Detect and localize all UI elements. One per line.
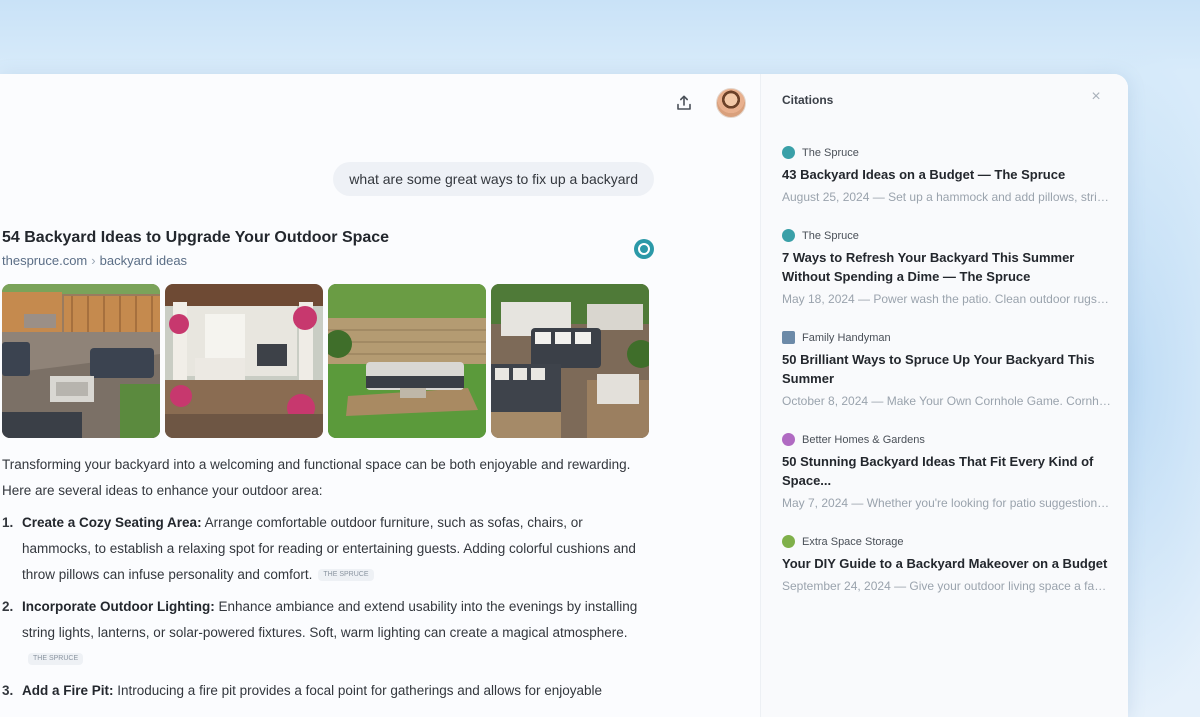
citation-item[interactable]: Better Homes & Gardens 50 Stunning Backy… — [782, 433, 1112, 513]
citation-source-name: Better Homes & Gardens — [802, 433, 925, 446]
citation-title[interactable]: 50 Brilliant Ways to Spruce Up Your Back… — [782, 350, 1112, 388]
extra-space-favicon-icon — [782, 535, 795, 548]
spruce-favicon-icon — [782, 146, 795, 159]
citation-chip[interactable]: the spruce — [28, 653, 84, 666]
list-item: 1. Create a Cozy Seating Area: Arrange c… — [2, 510, 642, 588]
user-message: what are some great ways to fix up a bac… — [333, 162, 654, 196]
bhg-favicon-icon — [782, 433, 795, 446]
top-toolbar — [670, 88, 746, 118]
result-images — [2, 284, 649, 438]
list-item-body: Introducing a fire pit provides a focal … — [113, 683, 603, 698]
citation-source-name: The Spruce — [802, 229, 859, 242]
citation-title[interactable]: 50 Stunning Backyard Ideas That Fit Ever… — [782, 452, 1112, 490]
covered-patio-pergola-photo[interactable] — [165, 284, 323, 438]
share-icon — [677, 95, 691, 110]
list-item: 2. Incorporate Outdoor Lighting: Enhance… — [2, 594, 642, 672]
answer-intro: Transforming your backyard into a welcom… — [2, 457, 631, 498]
list-number: 2. — [2, 599, 14, 614]
citation-source: The Spruce — [782, 229, 1112, 242]
breadcrumb-separator: › — [91, 253, 96, 268]
share-button[interactable] — [670, 89, 698, 117]
citation-source-name: Extra Space Storage — [802, 535, 904, 548]
citation-snippet: August 25, 2024 — Set up a hammock and a… — [782, 190, 1112, 204]
citation-source: Family Handyman — [782, 331, 1112, 344]
spruce-favicon-icon — [782, 229, 795, 242]
list-text: Create a Cozy Seating Area: Arrange comf… — [22, 510, 642, 588]
citation-source-name: The Spruce — [802, 146, 859, 159]
list-item-title: Add a Fire Pit: — [22, 683, 114, 698]
source-badge-icon[interactable] — [634, 239, 654, 259]
family-handyman-favicon-icon — [782, 331, 795, 344]
citation-snippet: September 24, 2024 — Give your outdoor l… — [782, 579, 1112, 593]
citation-item[interactable]: Family Handyman 50 Brilliant Ways to Spr… — [782, 331, 1112, 411]
answer-list: 1. Create a Cozy Seating Area: Arrange c… — [2, 510, 642, 710]
list-text: Incorporate Outdoor Lighting: Enhance am… — [22, 594, 642, 672]
citation-source: Better Homes & Gardens — [782, 433, 1112, 446]
result-source[interactable]: thespruce.com › backyard ideas — [2, 253, 187, 268]
list-item-title: Incorporate Outdoor Lighting: — [22, 599, 215, 614]
list-text: Add a Fire Pit: Introducing a fire pit p… — [22, 678, 602, 704]
citations-panel: Citations × The Spruce 43 Backyard Ideas… — [760, 74, 1128, 717]
close-icon[interactable]: × — [1088, 89, 1104, 105]
citation-source-name: Family Handyman — [802, 331, 891, 344]
citation-item[interactable]: The Spruce 7 Ways to Refresh Your Backya… — [782, 229, 1112, 309]
citation-title[interactable]: 43 Backyard Ideas on a Budget — The Spru… — [782, 165, 1112, 184]
list-number: 1. — [2, 515, 14, 530]
backyard-lounge-lawn-photo[interactable] — [328, 284, 486, 438]
citations-list: The Spruce 43 Backyard Ideas on a Budget… — [782, 146, 1112, 618]
result-domain: thespruce.com — [2, 253, 88, 268]
app-window: what are some great ways to fix up a bac… — [0, 74, 1128, 717]
chat-panel: what are some great ways to fix up a bac… — [0, 74, 760, 717]
user-avatar[interactable] — [716, 88, 746, 118]
citation-title[interactable]: 7 Ways to Refresh Your Backyard This Sum… — [782, 248, 1112, 286]
citation-source: The Spruce — [782, 146, 1112, 159]
pallet-seating-patio-photo[interactable] — [491, 284, 649, 438]
citations-header: Citations — [782, 93, 834, 107]
citation-chip[interactable]: the spruce — [318, 569, 374, 582]
list-item-title: Create a Cozy Seating Area: — [22, 515, 202, 530]
citation-snippet: May 7, 2024 — Whether you're looking for… — [782, 496, 1112, 510]
citation-item[interactable]: The Spruce 43 Backyard Ideas on a Budget… — [782, 146, 1112, 207]
list-item: 3. Add a Fire Pit: Introducing a fire pi… — [2, 678, 642, 704]
citation-snippet: October 8, 2024 — Make Your Own Cornhole… — [782, 394, 1112, 408]
citation-item[interactable]: Extra Space Storage Your DIY Guide to a … — [782, 535, 1112, 596]
citation-title[interactable]: Your DIY Guide to a Backyard Makeover on… — [782, 554, 1112, 573]
result-title[interactable]: 54 Backyard Ideas to Upgrade Your Outdoo… — [2, 229, 389, 247]
citation-source: Extra Space Storage — [782, 535, 1112, 548]
backyard-patio-fence-photo[interactable] — [2, 284, 160, 438]
list-number: 3. — [2, 683, 14, 698]
citation-snippet: May 18, 2024 — Power wash the patio. Cle… — [782, 292, 1112, 306]
result-path: backyard ideas — [99, 253, 188, 268]
